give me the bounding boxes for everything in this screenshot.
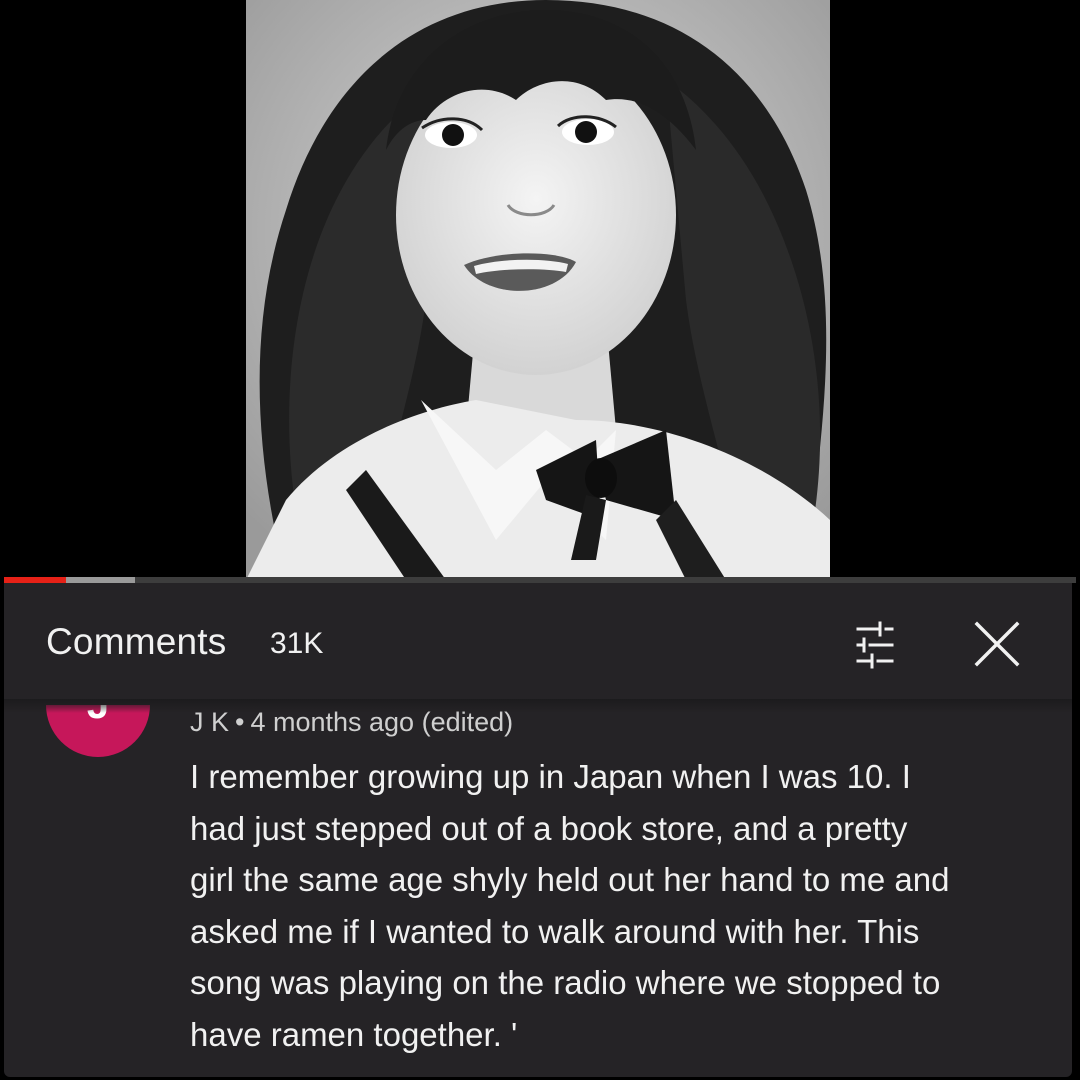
screen: Comments 31K J K • 4 months ago (edited)… [0, 0, 1080, 1080]
close-icon [974, 621, 1020, 667]
video-player[interactable] [0, 0, 1080, 583]
video-thumbnail[interactable] [246, 0, 830, 580]
comment-text-line: girl the same age shyly held out her han… [190, 861, 950, 898]
comment-text-line: have ramen together. ' [190, 1015, 518, 1053]
comment-text-line: had just stepped out of a book store, an… [190, 809, 908, 847]
comment-item: J J K•4 months ago (edited) I remember g… [4, 653, 1072, 1077]
comments-count: 31K [270, 627, 324, 660]
comment-text-line: asked me if I wanted to walk around with… [190, 912, 920, 950]
comments-header: Comments 31K [4, 583, 1072, 705]
comment-text-line: song was playing on the radio where we s… [190, 964, 941, 1001]
sort-filter-button[interactable] [842, 619, 902, 671]
comments-title: Comments [46, 621, 227, 662]
close-comments-button[interactable] [966, 617, 1026, 673]
comment-text-line: I remember growing up in Japan when I wa… [190, 758, 911, 795]
header-divider [4, 699, 1072, 713]
portrait-photo [246, 0, 830, 580]
comments-panel: Comments 31K J K • 4 months ago (edited)… [4, 583, 1072, 1077]
comment-text: I remember growing up in Japan when I wa… [190, 751, 1030, 1060]
sort-filter-icon [856, 621, 894, 669]
